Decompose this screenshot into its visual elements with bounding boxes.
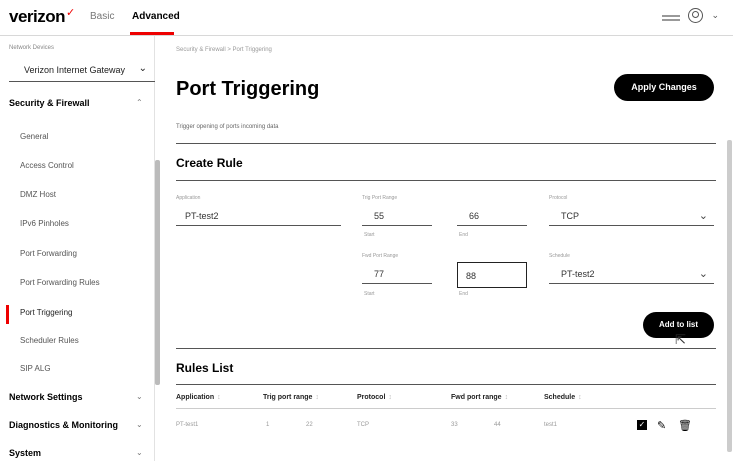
fwd-start-label: Start: [364, 291, 375, 297]
active-tab-indicator: [130, 32, 174, 35]
chevron-down-icon: ⌄: [138, 63, 147, 74]
main-scrollbar[interactable]: [727, 140, 732, 452]
sort-icon: ↕: [388, 394, 392, 401]
verizon-logo[interactable]: verizon✓: [9, 7, 75, 27]
sidebar-item-port-forwarding[interactable]: Port Forwarding: [20, 249, 77, 258]
divider: [176, 180, 716, 181]
brand-name: verizon: [9, 7, 66, 26]
trig-end-value: 66: [469, 211, 480, 221]
top-bar: verizon✓ Basic Advanced ⌄: [0, 0, 733, 36]
fwd-port-range-label: Fwd Port Range: [362, 253, 399, 259]
sort-icon: ↕: [504, 394, 509, 401]
schedule-select[interactable]: PT-test2 ⌄: [549, 264, 714, 284]
sidebar: Network Devices Verizon Internet Gateway…: [0, 36, 155, 461]
column-header-fwd-port-range[interactable]: Fwd port range ↕: [451, 394, 508, 401]
divider: [176, 408, 716, 409]
sidebar-item-dmz-host[interactable]: DMZ Host: [20, 190, 56, 199]
user-icon[interactable]: [688, 8, 704, 23]
sidebar-section-network-settings[interactable]: Network Settings: [9, 392, 83, 402]
trig-end-label: End: [459, 232, 468, 238]
cell-schedule: test1: [544, 422, 558, 428]
sort-icon: ↕: [578, 394, 582, 401]
sidebar-item-general[interactable]: General: [20, 132, 48, 141]
fwd-start-value: 77: [374, 269, 385, 279]
sort-icon: ↕: [315, 394, 319, 401]
trig-start-value: 55: [374, 211, 385, 221]
fwd-end-value: 88: [466, 271, 477, 281]
chevron-up-icon[interactable]: ⌃: [136, 98, 143, 107]
chevron-down-icon[interactable]: ⌄: [136, 448, 143, 457]
chevron-down-icon[interactable]: ⌄: [136, 392, 143, 401]
divider: [176, 348, 716, 349]
mouse-pointer-icon: ⇱: [675, 332, 686, 347]
trig-end-input[interactable]: 66: [457, 206, 527, 226]
sidebar-item-access-control[interactable]: Access Control: [20, 161, 74, 170]
column-header-label: Schedule: [544, 394, 576, 401]
active-item-indicator: [6, 305, 9, 324]
page-title: Port Triggering: [176, 78, 320, 100]
apply-changes-button[interactable]: Apply Changes: [614, 74, 714, 101]
fwd-end-label: End: [459, 291, 468, 297]
sidebar-section-system[interactable]: System: [9, 448, 41, 458]
protocol-label: Protocol: [549, 195, 568, 201]
column-header-label: Fwd port range: [451, 394, 502, 401]
cell-protocol: TCP: [357, 422, 369, 428]
menu-icon[interactable]: [662, 14, 681, 21]
column-header-protocol[interactable]: Protocol ↕: [357, 394, 392, 401]
tab-advanced[interactable]: Advanced: [132, 11, 180, 22]
application-label: Application: [176, 195, 201, 201]
gateway-select[interactable]: Verizon Internet Gateway ⌄: [9, 58, 155, 82]
chevron-down-icon[interactable]: ⌄: [711, 10, 719, 21]
column-header-label: Protocol: [357, 394, 386, 401]
protocol-value: TCP: [561, 211, 579, 221]
brand-check-mark: ✓: [66, 7, 75, 19]
chevron-down-icon[interactable]: ⌄: [136, 420, 143, 429]
sidebar-item-sip-alg[interactable]: SIP ALG: [20, 364, 51, 373]
rules-list-heading: Rules List: [176, 361, 234, 375]
sidebar-scrollbar[interactable]: [155, 160, 160, 385]
column-header-trig-port-range[interactable]: Trig port range ↕: [263, 394, 319, 401]
cell-trig-end: 22: [306, 422, 313, 428]
schedule-value: PT-test2: [561, 269, 595, 279]
top-right-controls: ⌄: [662, 8, 719, 23]
application-input[interactable]: PT-test2: [176, 206, 341, 226]
divider: [176, 143, 716, 144]
sidebar-item-port-forwarding-rules[interactable]: Port Forwarding Rules: [20, 278, 100, 287]
application-value: PT-test2: [185, 211, 219, 221]
chevron-down-icon: ⌄: [698, 268, 708, 280]
edit-icon[interactable]: ✎: [657, 419, 666, 432]
tab-basic[interactable]: Basic: [90, 11, 114, 22]
gateway-label: Network Devices: [9, 45, 55, 51]
sidebar-item-port-triggering[interactable]: Port Triggering: [20, 308, 72, 317]
sort-icon: ↕: [217, 394, 221, 401]
sidebar-section-security[interactable]: Security & Firewall: [9, 98, 90, 108]
cell-application: PT-test1: [176, 422, 199, 428]
column-header-label: Application: [176, 394, 215, 401]
trig-start-input[interactable]: 55: [362, 206, 432, 226]
trig-port-range-label: Trig Port Range: [362, 195, 398, 201]
cell-trig-start: 1: [266, 422, 270, 428]
column-header-schedule[interactable]: Schedule ↕: [544, 394, 582, 401]
sidebar-section-diagnostics[interactable]: Diagnostics & Monitoring: [9, 420, 118, 430]
sidebar-item-ipv6-pinholes[interactable]: IPv6 Pinholes: [20, 219, 69, 228]
fwd-start-input[interactable]: 77: [362, 264, 432, 284]
cell-fwd-start: 33: [451, 422, 458, 428]
enable-checkbox[interactable]: ✓: [637, 420, 647, 430]
schedule-label: Schedule: [549, 253, 570, 259]
trig-start-label: Start: [364, 232, 375, 238]
breadcrumb[interactable]: Security & Firewall > Port Triggering: [176, 47, 272, 53]
gateway-value: Verizon Internet Gateway: [24, 65, 126, 75]
sidebar-item-scheduler-rules[interactable]: Scheduler Rules: [20, 336, 79, 345]
chevron-down-icon: ⌄: [698, 210, 708, 222]
fwd-end-input[interactable]: 88: [457, 262, 527, 288]
create-rule-heading: Create Rule: [176, 156, 243, 170]
divider: [176, 384, 716, 385]
column-header-label: Trig port range: [263, 394, 313, 401]
column-header-application[interactable]: Application ↕: [176, 394, 221, 401]
cell-fwd-end: 44: [494, 422, 501, 428]
page-description: Trigger opening of ports incoming data: [176, 124, 279, 130]
trash-icon[interactable]: 🗑: [678, 419, 692, 432]
protocol-select[interactable]: TCP ⌄: [549, 206, 714, 226]
